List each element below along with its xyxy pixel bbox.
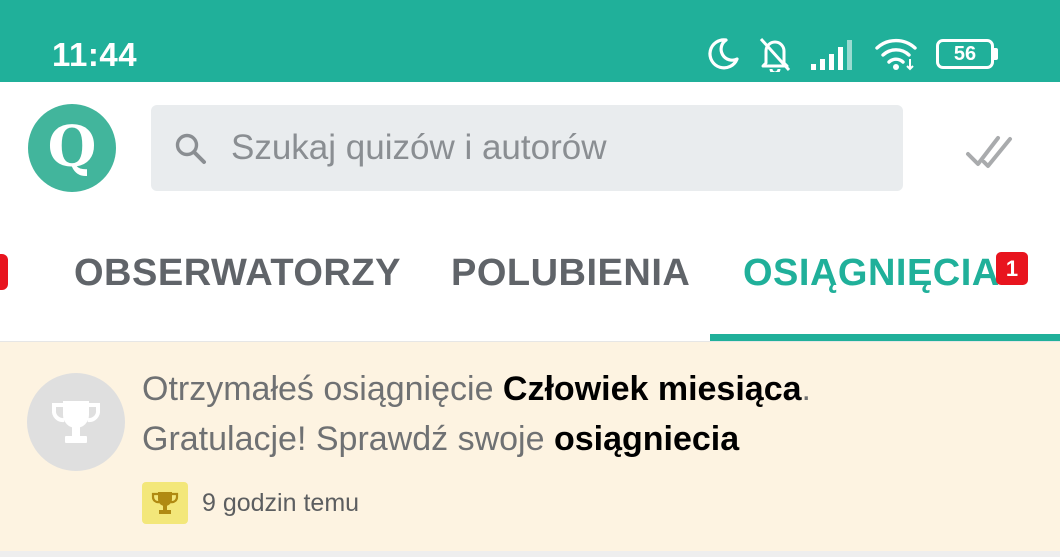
offscreen-tab-badge <box>0 254 8 290</box>
app-logo[interactable]: Q <box>28 104 116 192</box>
notification-type-badge <box>142 482 188 524</box>
notification-time: 9 godzin temu <box>202 488 360 517</box>
app-header: Q <box>0 82 1060 212</box>
battery-icon: 56 <box>936 39 998 69</box>
search-input[interactable] <box>231 105 881 191</box>
battery-level: 56 <box>953 43 977 65</box>
list-divider <box>0 551 1060 557</box>
status-icons: 56 <box>706 34 998 74</box>
wifi-icon <box>875 38 917 71</box>
trophy-icon <box>151 492 179 514</box>
notification-congrats: Gratulacje! Sprawdź swoje <box>142 420 554 458</box>
status-time: 11:44 <box>52 36 138 73</box>
notification-meta: 9 godzin temu <box>142 482 359 524</box>
tab-achievements[interactable]: OSIĄGNIĘCIA <box>743 252 1000 295</box>
double-check-icon[interactable] <box>962 124 1018 180</box>
signal-icon <box>811 40 852 70</box>
bell-off-icon <box>759 37 791 72</box>
achievements-link[interactable]: osiągniecia <box>554 420 739 458</box>
notification-prefix: Otrzymałeś osiągnięcie <box>142 370 503 408</box>
status-bar: 11:44 56 <box>0 0 1060 82</box>
achievement-name: Człowiek miesiąca <box>502 370 802 408</box>
trophy-icon <box>51 401 101 443</box>
search-bar[interactable] <box>151 105 903 191</box>
notification-text: Otrzymałeś osiągnięcie Człowiek miesiąca… <box>142 364 1042 464</box>
notification-suffix: . <box>801 370 811 408</box>
logo-letter: Q <box>47 114 97 180</box>
notification-avatar <box>27 373 125 471</box>
tab-observers[interactable]: OBSERWATORZY <box>74 252 401 295</box>
achievements-badge: 1 <box>996 252 1028 285</box>
search-icon <box>175 133 206 164</box>
moon-icon <box>708 38 739 70</box>
notification-item[interactable]: Otrzymałeś osiągnięcie Człowiek miesiąca… <box>0 342 1060 551</box>
tab-likes[interactable]: POLUBIENIA <box>451 252 690 295</box>
active-tab-indicator <box>710 334 1060 341</box>
tab-bar: OBSERWATORZY POLUBIENIA OSIĄGNIĘCIA 1 <box>0 212 1060 342</box>
